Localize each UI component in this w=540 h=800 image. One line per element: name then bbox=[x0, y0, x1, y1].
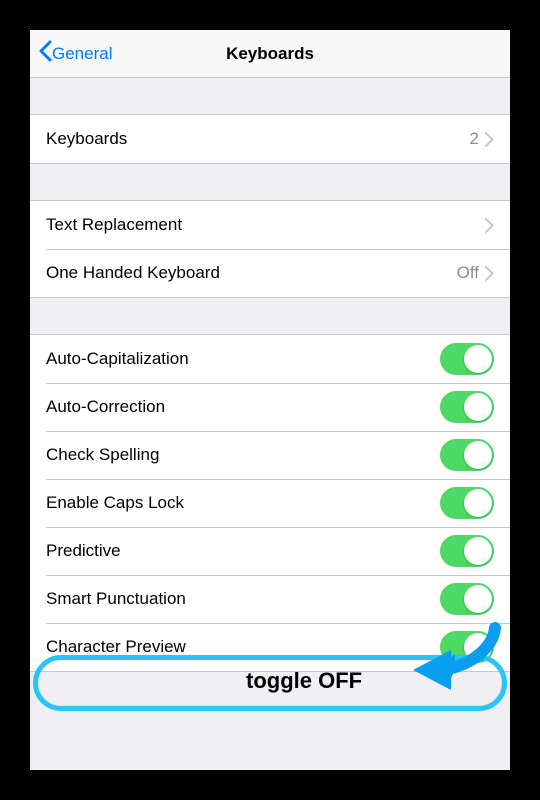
text-replacement-label: Text Replacement bbox=[46, 215, 485, 235]
check-spelling-label: Check Spelling bbox=[46, 445, 440, 465]
predictive-toggle[interactable] bbox=[440, 535, 494, 567]
auto-capitalization-row: Auto-Capitalization bbox=[30, 335, 510, 383]
auto-correction-label: Auto-Correction bbox=[46, 397, 440, 417]
text-replacement-row[interactable]: Text Replacement bbox=[30, 201, 510, 249]
back-button[interactable]: General bbox=[36, 30, 112, 77]
keyboards-row[interactable]: Keyboards 2 bbox=[30, 115, 510, 163]
enable-caps-lock-row: Enable Caps Lock bbox=[30, 479, 510, 527]
section-gap bbox=[30, 298, 510, 334]
section-gap bbox=[30, 78, 510, 114]
smart-punctuation-label: Smart Punctuation bbox=[46, 589, 440, 609]
chevron-right-icon bbox=[485, 218, 494, 233]
keyboards-list-section: Keyboards 2 bbox=[30, 114, 510, 164]
one-handed-label: One Handed Keyboard bbox=[46, 263, 457, 283]
auto-correction-toggle[interactable] bbox=[440, 391, 494, 423]
smart-punctuation-row: Smart Punctuation bbox=[30, 575, 510, 623]
auto-capitalization-label: Auto-Capitalization bbox=[46, 349, 440, 369]
check-spelling-row: Check Spelling bbox=[30, 431, 510, 479]
one-handed-value: Off bbox=[457, 263, 479, 283]
keyboards-count: 2 bbox=[470, 129, 479, 149]
nav-bar: General Keyboards bbox=[30, 30, 510, 78]
chevron-right-icon bbox=[485, 266, 494, 281]
smart-punctuation-toggle[interactable] bbox=[440, 583, 494, 615]
back-label: General bbox=[50, 44, 112, 64]
text-section: Text Replacement One Handed Keyboard Off bbox=[30, 200, 510, 298]
auto-capitalization-toggle[interactable] bbox=[440, 343, 494, 375]
settings-screen: General Keyboards Keyboards 2 Text Repla… bbox=[30, 30, 510, 770]
predictive-label: Predictive bbox=[46, 541, 440, 561]
one-handed-row[interactable]: One Handed Keyboard Off bbox=[30, 249, 510, 297]
chevron-left-icon bbox=[36, 40, 50, 67]
chevron-right-icon bbox=[485, 132, 494, 147]
check-spelling-toggle[interactable] bbox=[440, 439, 494, 471]
page-title: Keyboards bbox=[226, 44, 314, 64]
predictive-row: Predictive bbox=[30, 527, 510, 575]
keyboards-label: Keyboards bbox=[46, 129, 470, 149]
auto-correction-row: Auto-Correction bbox=[30, 383, 510, 431]
enable-caps-lock-toggle[interactable] bbox=[440, 487, 494, 519]
enable-caps-lock-label: Enable Caps Lock bbox=[46, 493, 440, 513]
toggles-section: Auto-Capitalization Auto-Correction Chec… bbox=[30, 334, 510, 672]
character-preview-row: Character Preview bbox=[30, 623, 510, 671]
character-preview-toggle[interactable] bbox=[440, 631, 494, 663]
section-gap bbox=[30, 164, 510, 200]
character-preview-label: Character Preview bbox=[46, 637, 440, 657]
